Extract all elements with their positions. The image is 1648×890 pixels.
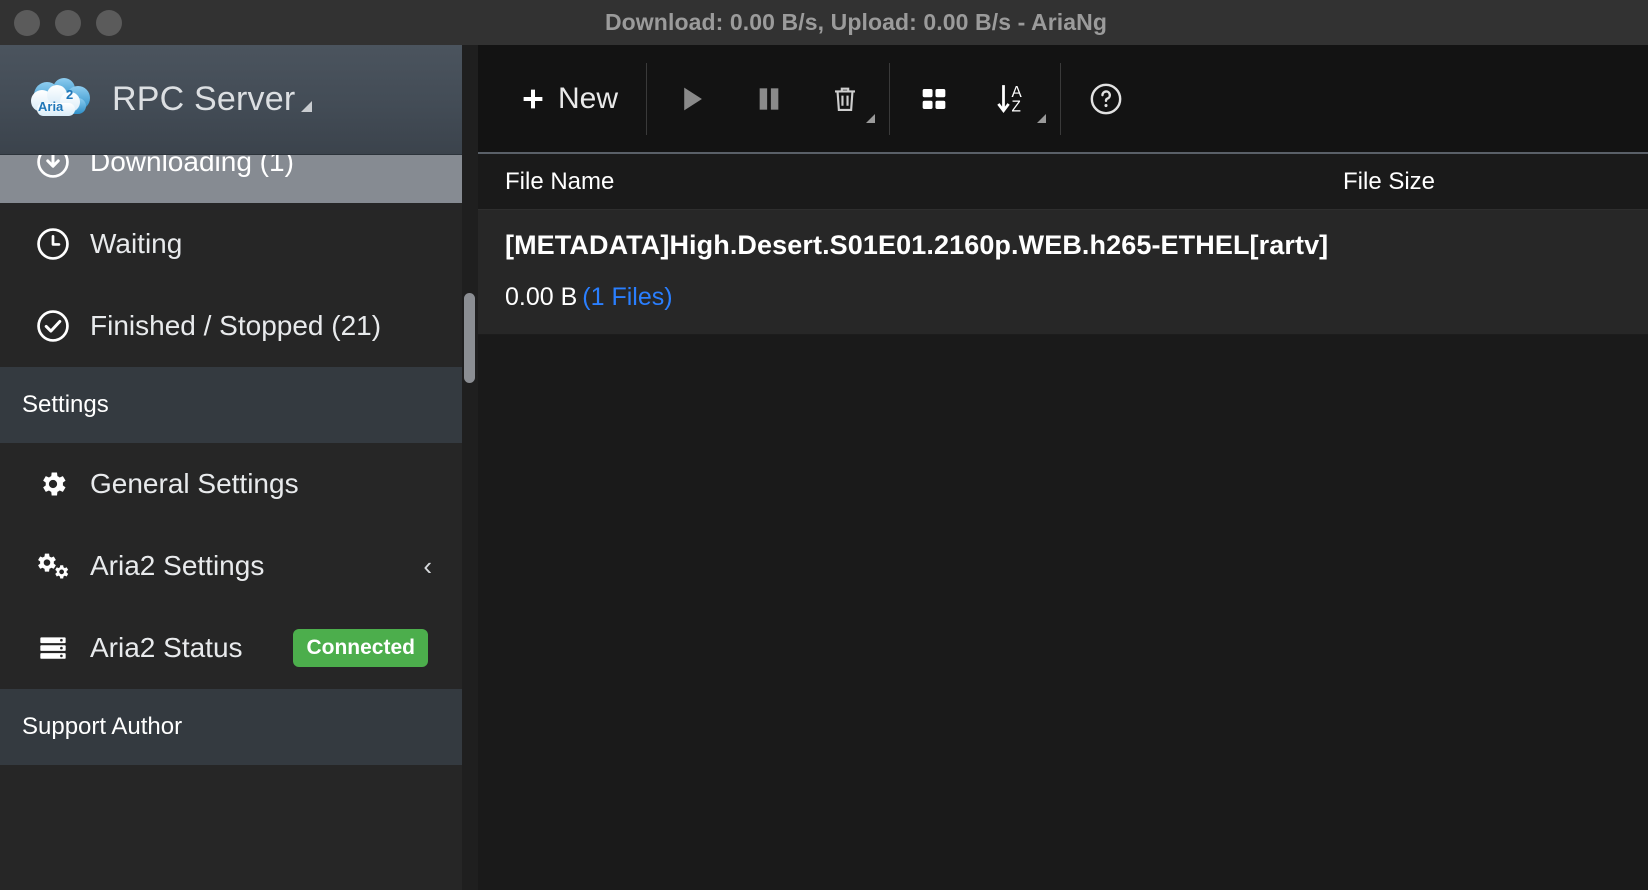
sort-button[interactable]: A Z (972, 45, 1054, 153)
sidebar-section-support-author: Support Author (0, 689, 462, 765)
delete-button[interactable] (807, 45, 883, 153)
new-task-button[interactable]: New (496, 45, 640, 153)
status-badge: Connected (293, 629, 428, 667)
plus-icon (518, 84, 548, 114)
sidebar-scrollbar-thumb[interactable] (464, 293, 475, 383)
sidebar-item-aria2-settings[interactable]: Aria2 Settings ‹ (0, 525, 462, 607)
check-circle-icon (34, 307, 72, 345)
select-view-button[interactable] (896, 45, 972, 153)
sidebar-item-label: Aria2 Status (90, 632, 243, 663)
sidebar-item-label: Finished / Stopped (21) (90, 310, 382, 341)
sidebar-item-label: General Settings (90, 468, 299, 499)
start-button[interactable] (653, 45, 731, 153)
toolbar-divider-2 (889, 63, 891, 135)
table-row[interactable]: [METADATA]High.Desert.S01E01.2160p.WEB.h… (478, 210, 1648, 335)
toolbar-divider-1 (646, 63, 648, 135)
new-task-label: New (558, 82, 619, 115)
sidebar-item-aria2-status[interactable]: Aria2 Status Connected (0, 607, 462, 689)
sidebar-section-settings: Settings (0, 367, 462, 443)
gear-icon (34, 465, 72, 503)
sidebar-item-finished-stopped[interactable]: Finished / Stopped (21) (0, 285, 462, 367)
download-table: File Name File Size [METADATA]High.Deser… (478, 154, 1648, 890)
sidebar-item-label: Waiting (90, 228, 183, 259)
delete-dropdown-caret-icon[interactable] (866, 114, 876, 123)
toolbar: New A Z (478, 45, 1648, 153)
sidebar: 2 Aria RPC Server Download Downloading (… (0, 45, 462, 890)
column-header-file-name[interactable]: File Name (478, 168, 614, 196)
help-button[interactable] (1067, 45, 1145, 153)
svg-text:2: 2 (66, 87, 73, 102)
main-content: New A Z File Name File Size [METADATA]Hi… (478, 45, 1648, 890)
trash-icon (829, 83, 861, 115)
toolbar-divider-3 (1060, 63, 1062, 135)
file-size-value: 0.00 B (505, 283, 578, 311)
gears-icon (34, 547, 72, 585)
sidebar-scrollbar-track[interactable] (462, 45, 478, 890)
file-meta-cell: 0.00 B (1 Files) (505, 283, 1648, 312)
table-header-row: File Name File Size (478, 154, 1648, 210)
sidebar-item-label: Aria2 Settings (90, 550, 265, 581)
app-shell: 2 Aria RPC Server Download Downloading (… (0, 45, 1648, 890)
svg-text:Aria: Aria (38, 99, 64, 114)
file-count-link[interactable]: (1 Files) (582, 283, 672, 311)
brand-dropdown-caret-icon[interactable] (301, 101, 313, 112)
sort-az-icon: A Z (994, 80, 1032, 118)
window-titlebar: Download: 0.00 B/s, Upload: 0.00 B/s - A… (0, 0, 1648, 45)
sort-dropdown-caret-icon[interactable] (1037, 114, 1047, 123)
brand-title-text: RPC Server (112, 80, 296, 118)
chevron-left-icon[interactable]: ‹ (423, 553, 432, 579)
svg-text:Z: Z (1012, 98, 1021, 115)
sidebar-item-general-settings[interactable]: General Settings (0, 443, 462, 525)
server-icon (34, 629, 72, 667)
clock-icon (34, 225, 72, 263)
file-name-cell: [METADATA]High.Desert.S01E01.2160p.WEB.h… (505, 230, 1329, 260)
window-title: Download: 0.00 B/s, Upload: 0.00 B/s - A… (604, 9, 1108, 35)
grid-icon (918, 83, 950, 115)
column-header-file-size[interactable]: File Size (1343, 168, 1435, 196)
aria2-cloud-logo-icon: 2 Aria (24, 75, 96, 125)
brand-header[interactable]: 2 Aria RPC Server (0, 45, 462, 155)
question-circle-icon (1089, 82, 1123, 116)
play-icon (675, 82, 709, 116)
pause-icon (753, 83, 785, 115)
sidebar-item-waiting[interactable]: Waiting (0, 203, 462, 285)
pause-button[interactable] (731, 45, 807, 153)
brand-title: RPC Server (112, 80, 313, 119)
